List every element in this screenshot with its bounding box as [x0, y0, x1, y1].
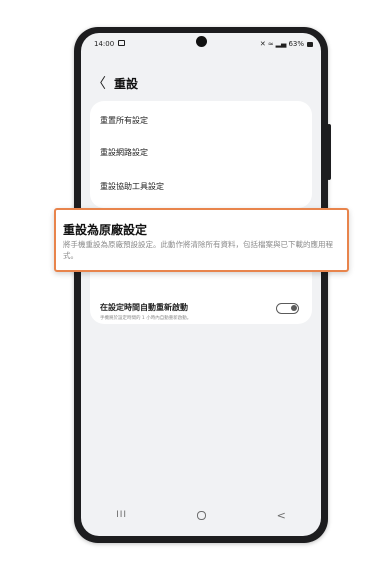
recent-apps-button[interactable]: III — [116, 510, 127, 520]
mute-icon: ✕ — [259, 40, 266, 48]
home-button[interactable] — [197, 510, 207, 520]
phone-screen: 14:00 ✕ ≈ ▂▄ 63% 〈 重設 重置所有設定 重設網路設定 重設協助… — [81, 33, 321, 536]
auto-restart-description: 手機將於設定時間的 1 小時內自動重新啟動。 — [100, 316, 192, 321]
wifi-icon: ≈ — [267, 40, 274, 48]
auto-restart-toggle[interactable] — [276, 303, 299, 314]
nav-back-button[interactable]: < — [277, 509, 286, 522]
reset-network-settings-item[interactable]: 重設網路設定 — [100, 147, 300, 158]
battery-icon — [307, 41, 313, 47]
factory-reset-highlight[interactable]: 重設為原廠設定 將手機重設為原廠預設設定。此動作將清除所有資料，包括檔案與已下載… — [54, 208, 349, 272]
back-icon[interactable]: 〈 — [92, 77, 108, 91]
battery-percent: 63% — [288, 40, 304, 48]
status-icons: ✕ ≈ ▂▄ 63% — [260, 40, 313, 48]
signal-icon: ▂▄ — [275, 40, 287, 48]
reset-options-card: 重置所有設定 重設網路設定 重設協助工具設定 — [90, 101, 312, 208]
status-bar: 14:00 ✕ ≈ ▂▄ 63% — [81, 33, 321, 55]
factory-reset-description: 將手機重設為原廠預設設定。此動作將清除所有資料，包括檔案與已下載的應用程式。 — [63, 240, 333, 260]
front-camera — [196, 36, 207, 47]
status-time: 14:00 — [94, 40, 115, 48]
power-button — [327, 124, 331, 180]
reset-accessibility-settings-item[interactable]: 重設協助工具設定 — [100, 181, 300, 192]
auto-restart-title: 在設定時間自動重新啟動 — [100, 303, 188, 312]
page-title: 重設 — [114, 77, 139, 91]
auto-restart-item[interactable]: 在設定時間自動重新啟動 手機將於設定時間的 1 小時內自動重新啟動。 — [100, 302, 250, 321]
navigation-bar: III < — [81, 505, 321, 525]
factory-reset-title: 重設為原廠設定 — [63, 223, 148, 237]
page-header: 〈 重設 — [92, 75, 138, 92]
toggle-knob — [291, 305, 297, 311]
image-icon — [118, 40, 125, 46]
reset-all-settings-item[interactable]: 重置所有設定 — [100, 115, 300, 126]
